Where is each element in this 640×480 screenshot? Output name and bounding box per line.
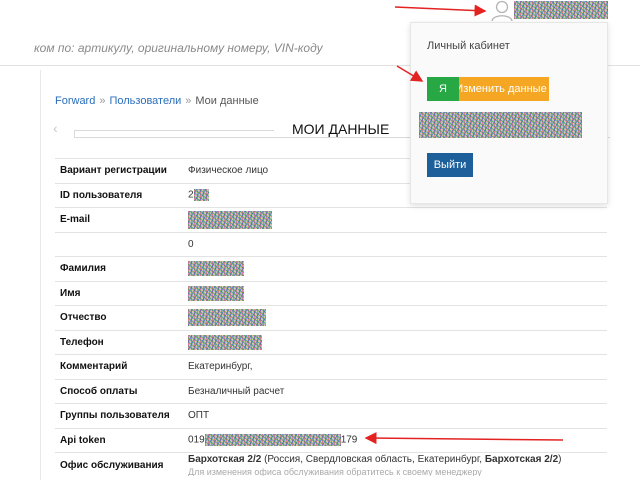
row-value: 0 xyxy=(183,231,607,257)
chevron-left-icon[interactable]: ‹ xyxy=(53,120,58,136)
logout-button[interactable]: Выйти xyxy=(427,153,473,177)
breadcrumb-separator: » xyxy=(99,95,106,107)
breadcrumb-link-home[interactable]: Forward xyxy=(55,95,95,107)
account-dropdown: Личный кабинет Изменить данные Я Выйти xyxy=(410,22,608,204)
table-row: Офис обслуживания Бархотская 2/2 (Россия… xyxy=(55,452,607,477)
api-token-redacted xyxy=(204,434,341,447)
row-value: Екатеринбург, xyxy=(183,354,607,379)
row-label: E-mail xyxy=(55,207,183,232)
table-row: E-mail xyxy=(55,207,607,232)
row-label: Отчество xyxy=(55,305,183,330)
user-name-redacted[interactable] xyxy=(514,1,608,19)
office-value: Бархотская 2/2 (Россия, Свердловская обл… xyxy=(183,452,607,477)
row-label: Api token xyxy=(55,427,183,453)
row-label: Комментарий xyxy=(55,354,183,379)
row-label: Вариант регистрации xyxy=(55,158,183,183)
divider xyxy=(40,70,41,480)
office-note: Для изменения офиса обслуживания обратит… xyxy=(188,467,482,476)
email-redacted xyxy=(188,210,272,229)
row-value xyxy=(183,280,607,306)
row-value xyxy=(183,329,607,355)
table-row: Комментарий Екатеринбург, xyxy=(55,354,607,379)
office-name-2: Бархотская 2/2 xyxy=(484,454,559,465)
row-value xyxy=(183,256,607,281)
me-button[interactable]: Я xyxy=(427,77,459,101)
row-label: Телефон xyxy=(55,329,183,355)
row-label: Группы пользователя xyxy=(55,403,183,428)
api-token-value: 019 179 xyxy=(183,427,607,453)
edit-profile-button[interactable]: Изменить данные xyxy=(453,77,549,101)
row-label: ID пользователя xyxy=(55,182,183,208)
row-label: Имя xyxy=(55,280,183,306)
office-name: Бархотская 2/2 xyxy=(188,454,262,465)
office-location-close: ) xyxy=(558,454,562,465)
surname-redacted xyxy=(188,261,244,277)
table-row: Способ оплаты Безналичный расчет xyxy=(55,378,607,404)
row-label: Фамилия xyxy=(55,256,183,281)
search-input[interactable]: ком по: артикулу, оригинальному номеру, … xyxy=(34,41,323,55)
breadcrumb-separator: » xyxy=(185,95,192,107)
row-value: Безналичный расчет xyxy=(183,378,607,404)
breadcrumb-link-users[interactable]: Пользователи xyxy=(109,95,181,107)
row-label: Способ оплаты xyxy=(55,378,183,404)
row-value xyxy=(183,305,607,330)
table-row: Имя xyxy=(55,280,607,306)
page-title: МОИ ДАННЫЕ xyxy=(290,121,392,137)
row-label xyxy=(55,231,183,257)
row-value: ОПТ xyxy=(183,403,607,428)
table-row: Фамилия xyxy=(55,256,607,281)
patronymic-redacted xyxy=(188,309,266,327)
profile-table: Вариант регистрации Физическое лицо ID п… xyxy=(55,158,607,477)
office-location: (Россия, Свердловская область, Екатеринб… xyxy=(264,454,483,465)
phone-redacted xyxy=(188,334,262,350)
row-value xyxy=(183,207,607,232)
user-id-redacted xyxy=(193,189,209,202)
user-icon[interactable] xyxy=(490,0,514,22)
name-redacted xyxy=(188,285,244,301)
api-token-suffix: 179 xyxy=(340,434,358,446)
api-token-prefix: 019 xyxy=(188,434,205,446)
dropdown-title: Личный кабинет xyxy=(427,40,510,52)
table-row: Телефон xyxy=(55,329,607,355)
table-row: 0 xyxy=(55,231,607,257)
table-row: Группы пользователя ОПТ xyxy=(55,403,607,428)
account-info-redacted xyxy=(419,112,582,138)
table-row: Api token 019 179 xyxy=(55,427,607,453)
table-row: Отчество xyxy=(55,305,607,330)
breadcrumb-current: Мои данные xyxy=(195,95,259,107)
breadcrumb: Forward» Пользователи» Мои данные xyxy=(55,95,259,107)
row-label: Офис обслуживания xyxy=(55,452,183,477)
